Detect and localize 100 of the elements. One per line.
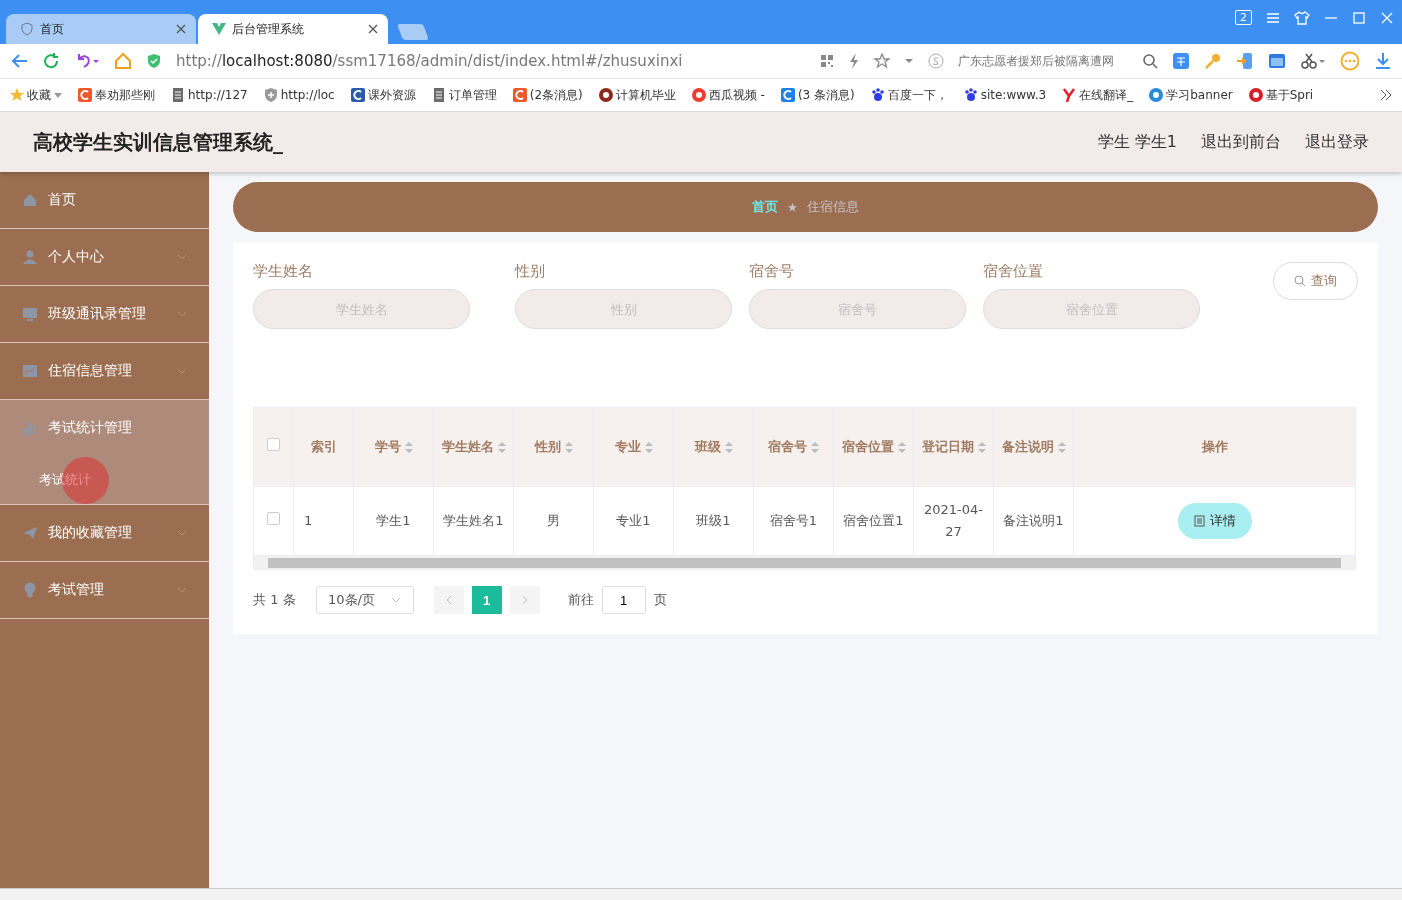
user-label: 学生 学生1 xyxy=(1097,131,1177,153)
document-icon xyxy=(1193,515,1205,527)
table-cell: 学生姓名1 xyxy=(433,486,514,556)
close-icon[interactable] xyxy=(368,24,378,34)
field-label: 性别 xyxy=(515,262,546,281)
bookmark-link[interactable]: http://127 xyxy=(171,88,248,102)
chevron-icon xyxy=(521,595,528,605)
bookmark-link[interactable]: (3 条消息) xyxy=(780,86,855,104)
column-header: 操作 xyxy=(1073,407,1356,487)
bookmark-link[interactable]: site:www.3 xyxy=(963,88,1047,102)
chevron-icon[interactable] xyxy=(1380,89,1392,101)
table-cell: 宿舍位置1 xyxy=(833,486,914,556)
app-title: 高校学生实训信息管理系统_ xyxy=(33,128,284,156)
scrollbar[interactable] xyxy=(253,556,1356,570)
caret-icon[interactable] xyxy=(904,58,914,64)
translate-icon[interactable] xyxy=(1172,52,1190,70)
bookmark-link[interactable]: (2条消息) xyxy=(512,86,583,104)
page-size-select[interactable]: 10条/页 xyxy=(315,586,414,614)
bookmark-link[interactable]: 基于Spri xyxy=(1248,86,1314,104)
menu-item-icon xyxy=(22,582,38,598)
menu-item-icon xyxy=(22,306,38,322)
star-icon xyxy=(788,202,797,212)
phone-icon[interactable] xyxy=(1236,52,1254,70)
lightning-icon[interactable] xyxy=(848,53,860,69)
menu-item-icon xyxy=(22,249,38,265)
table-cell: 学生1 xyxy=(353,486,434,556)
sort-icon[interactable] xyxy=(811,442,819,453)
search-field[interactable]: 广东志愿者援郑后被隔离遭网 xyxy=(958,52,1128,70)
details-button[interactable]: 详情 xyxy=(1177,503,1252,539)
sidebar-item[interactable]: 个人中心 xyxy=(0,229,209,286)
menu-item-icon xyxy=(22,525,38,541)
field-label: 宿舍号 xyxy=(749,262,795,281)
page-suffix: 页 xyxy=(653,591,667,609)
header-link[interactable]: 退出到前台 xyxy=(1201,131,1281,153)
sidebar-item[interactable]: 考试管理 xyxy=(0,562,209,619)
download-icon[interactable] xyxy=(1374,52,1392,70)
sort-icon[interactable] xyxy=(724,442,733,453)
search-icon xyxy=(1294,275,1306,287)
search-engine-icon[interactable] xyxy=(928,53,944,69)
sidebar-item[interactable]: 我的收藏管理 xyxy=(0,505,209,562)
sidebar-item[interactable]: 班级通讯录管理 xyxy=(0,286,209,343)
bookmark-link[interactable]: http://loc xyxy=(263,88,335,102)
sort-icon[interactable] xyxy=(564,442,573,453)
bookmark-link[interactable]: 西瓜视频 - xyxy=(691,86,765,104)
home-icon[interactable] xyxy=(114,52,132,70)
header-link[interactable]: 退出登录 xyxy=(1305,131,1369,153)
key-icon[interactable] xyxy=(1204,52,1222,70)
sort-icon[interactable] xyxy=(497,442,506,453)
bookmark-link[interactable]: 课外资源 xyxy=(350,86,416,104)
field-label: 学生姓名 xyxy=(253,262,314,281)
sort-icon[interactable] xyxy=(1057,442,1066,453)
shield-icon xyxy=(146,53,162,69)
bookmark-link[interactable]: 奉劝那些刚 xyxy=(78,86,155,104)
address-field[interactable]: http://localhost:8080/ssm17168/admin/dist/index.html#/zhusuxinxi xyxy=(176,52,806,70)
scissors-icon[interactable] xyxy=(1300,52,1326,70)
v-logo-icon xyxy=(212,23,226,35)
bookmark-link[interactable]: 收藏 xyxy=(10,86,62,104)
bookmark-link[interactable]: 在线翻译_ xyxy=(1062,86,1134,104)
maximize-icon[interactable] xyxy=(1352,10,1366,25)
sort-icon[interactable] xyxy=(644,442,653,453)
menu-item-icon xyxy=(22,192,38,208)
window-icon[interactable] xyxy=(1268,52,1286,70)
search-icon[interactable] xyxy=(1142,53,1158,69)
new-tab-button[interactable] xyxy=(397,24,429,40)
checkbox[interactable] xyxy=(267,512,280,525)
total-count: 共 1 条 xyxy=(253,591,296,609)
shield-icon xyxy=(20,22,34,36)
bookmark-link[interactable]: 订单管理 xyxy=(431,86,497,104)
menu-item-icon xyxy=(22,363,38,379)
table-cell: 1 xyxy=(293,486,354,556)
chevron-icon xyxy=(445,595,452,605)
sidebar-item[interactable]: 首页 xyxy=(0,172,209,229)
page-input[interactable]: 1 xyxy=(601,586,646,614)
sort-icon[interactable] xyxy=(404,442,413,453)
refresh-icon[interactable] xyxy=(42,52,60,70)
sort-icon[interactable] xyxy=(977,442,986,453)
browser-tab[interactable]: 后台管理系统 xyxy=(198,14,388,44)
table-cell: 2021-04-27 xyxy=(913,486,994,556)
bookmark-link[interactable]: 学习banner xyxy=(1149,86,1233,104)
bookmark-link[interactable]: 计算机毕业 xyxy=(598,86,676,104)
goto-label: 前往 xyxy=(567,591,594,609)
more-icon[interactable] xyxy=(1340,51,1360,71)
star-icon[interactable] xyxy=(874,53,890,69)
table-cell: 宿舍号1 xyxy=(753,486,834,556)
query-button[interactable]: 查询 xyxy=(1273,262,1358,300)
sort-icon[interactable] xyxy=(897,442,906,453)
back-icon[interactable] xyxy=(10,53,28,69)
table-cell: 班级1 xyxy=(673,486,754,556)
bookmark-link[interactable]: 百度一下， xyxy=(870,86,948,104)
table-cell: 备注说明1 xyxy=(993,486,1074,556)
checkbox[interactable] xyxy=(267,438,280,451)
field-label: 宿舍位置 xyxy=(983,262,1044,281)
table-cell: 男 xyxy=(513,486,594,556)
browser-tab[interactable]: 首页 xyxy=(6,14,196,44)
qr-code-icon[interactable] xyxy=(820,54,834,68)
menu-icon[interactable] xyxy=(1266,11,1280,24)
close-icon[interactable] xyxy=(176,24,186,34)
menu-item-icon xyxy=(22,420,38,436)
shirt-icon[interactable] xyxy=(1294,10,1310,25)
table-cell: 专业1 xyxy=(593,486,674,556)
